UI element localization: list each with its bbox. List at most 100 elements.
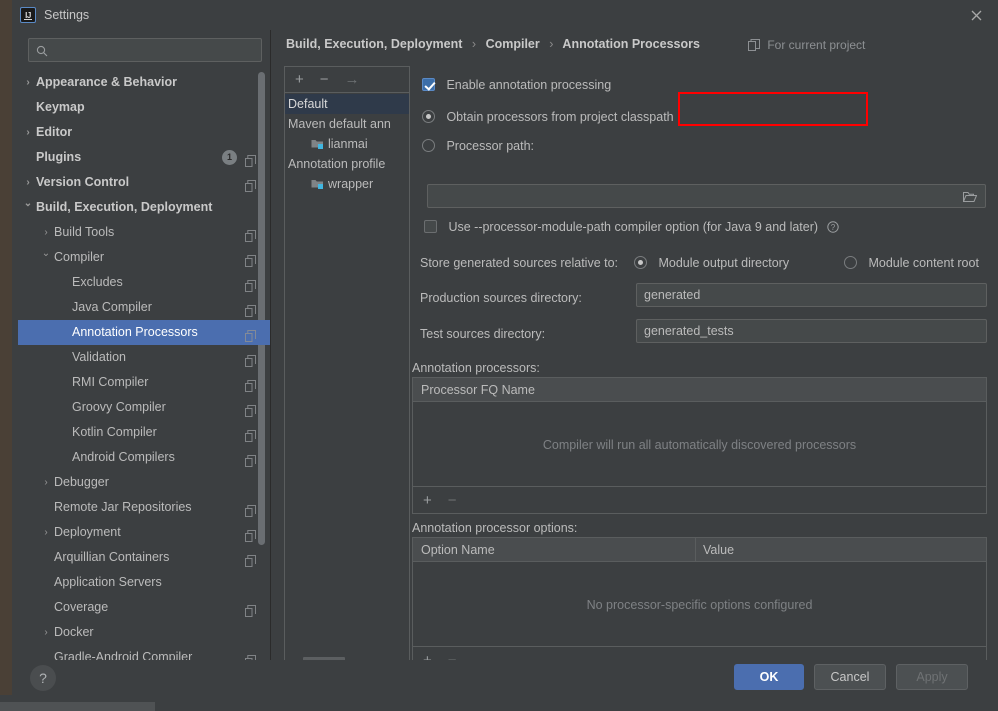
- search-box[interactable]: [28, 38, 262, 62]
- options-table-header: Option Name Value: [413, 538, 986, 562]
- search-input[interactable]: [55, 39, 255, 61]
- move-to-profile-button[interactable]: →: [345, 72, 360, 87]
- folder-browse-icon[interactable]: [962, 191, 978, 206]
- options-empty-message: No processor-specific options configured: [586, 598, 813, 612]
- module-output-directory-row[interactable]: Module output directory: [634, 254, 789, 272]
- help-circle-icon[interactable]: ?: [826, 220, 839, 238]
- remove-processor-button[interactable]: −: [448, 493, 457, 508]
- profile-list-item-label: Default: [288, 97, 328, 111]
- sidebar-item-groovy-compiler[interactable]: Groovy Compiler: [18, 395, 270, 420]
- window-title: Settings: [44, 8, 90, 22]
- processor-module-path-row[interactable]: Use --processor-module-path compiler opt…: [424, 218, 839, 238]
- sidebar-item-arquillian-containers[interactable]: Arquillian Containers: [18, 545, 270, 570]
- settings-tree: › Appearance & Behavior Keymap › Editor Plugi…: [18, 70, 270, 660]
- module-output-directory-radio[interactable]: [634, 256, 647, 269]
- sidebar-item-label: Java Compiler: [72, 300, 152, 314]
- sidebar-item-deployment[interactable]: › Deployment: [18, 520, 270, 545]
- enable-annotation-processing-checkbox[interactable]: [422, 78, 435, 91]
- test-sources-input[interactable]: generated_tests: [636, 319, 987, 343]
- profile-list-item[interactable]: wrapper: [285, 174, 409, 194]
- profile-list-item[interactable]: Annotation profile: [285, 154, 409, 174]
- sidebar-item-plugins[interactable]: Plugins 1: [18, 145, 270, 170]
- project-scope-icon: [245, 326, 256, 342]
- project-scope-icon: [245, 351, 256, 367]
- sidebar-item-label: Compiler: [54, 250, 105, 264]
- add-processor-button[interactable]: +: [423, 493, 432, 508]
- help-button[interactable]: ?: [30, 665, 56, 691]
- sidebar-item-build-execution-deployment[interactable]: ⌄ Build, Execution, Deployment: [18, 195, 270, 220]
- sidebar-item-java-compiler[interactable]: Java Compiler: [18, 295, 270, 320]
- chevron-right-icon[interactable]: ›: [40, 520, 52, 545]
- profile-list-item[interactable]: Default: [285, 94, 409, 114]
- options-column-value[interactable]: Value: [695, 538, 734, 562]
- processor-module-path-checkbox[interactable]: [424, 220, 437, 233]
- options-column-name[interactable]: Option Name: [413, 538, 495, 562]
- sidebar-item-label: Application Servers: [54, 575, 162, 589]
- add-profile-button[interactable]: +: [295, 72, 304, 87]
- enable-annotation-processing-row[interactable]: Enable annotation processing: [422, 76, 611, 94]
- breadcrumb-part-2[interactable]: Compiler: [486, 37, 540, 51]
- processor-path-radio[interactable]: [422, 139, 435, 152]
- profile-list-item[interactable]: lianmai: [285, 134, 409, 154]
- ok-button[interactable]: OK: [734, 664, 804, 690]
- processor-options-table: Option Name Value No processor-specific …: [412, 537, 987, 674]
- processor-options-table-label: Annotation processor options:: [412, 521, 578, 535]
- chevron-right-icon[interactable]: ›: [22, 70, 34, 95]
- production-sources-input[interactable]: generated: [636, 283, 987, 307]
- module-content-root-radio[interactable]: [844, 256, 857, 269]
- sidebar-item-gradle-android-compiler[interactable]: Gradle-Android Compiler: [18, 645, 270, 660]
- sidebar-item-coverage[interactable]: Coverage: [18, 595, 270, 620]
- sidebar-item-annotation-processors[interactable]: Annotation Processors: [18, 320, 270, 345]
- sidebar-item-validation[interactable]: Validation: [18, 345, 270, 370]
- sidebar-item-rmi-compiler[interactable]: RMI Compiler: [18, 370, 270, 395]
- sidebar-item-keymap[interactable]: Keymap: [18, 95, 270, 120]
- annotation-processors-form: Enable annotation processing Obtain proc…: [412, 66, 996, 674]
- chevron-right-icon[interactable]: ›: [22, 120, 34, 145]
- profile-list-item[interactable]: Maven default ann: [285, 114, 409, 134]
- chevron-down-icon[interactable]: ⌄: [40, 245, 52, 263]
- chevron-right-icon[interactable]: ›: [40, 470, 52, 495]
- profile-panel: + − → Default Maven default ann lianmai Ann…: [284, 66, 410, 671]
- obtain-from-classpath-row[interactable]: Obtain processors from project classpath: [422, 108, 674, 126]
- sidebar-item-docker[interactable]: › Docker: [18, 620, 270, 645]
- sidebar-item-remote-jar-repositories[interactable]: Remote Jar Repositories: [18, 495, 270, 520]
- sidebar-item-build-tools[interactable]: › Build Tools: [18, 220, 270, 245]
- sidebar-item-editor[interactable]: › Editor: [18, 120, 270, 145]
- remove-profile-button[interactable]: −: [320, 72, 329, 87]
- processors-table-header: Processor FQ Name: [413, 378, 986, 402]
- obtain-from-classpath-radio[interactable]: [422, 110, 435, 123]
- module-content-root-row[interactable]: Module content root: [844, 254, 979, 272]
- sidebar-item-version-control[interactable]: › Version Control: [18, 170, 270, 195]
- sidebar-item-label: Excludes: [72, 275, 123, 289]
- sidebar-item-compiler[interactable]: ⌄ Compiler: [18, 245, 270, 270]
- processors-column-fqname[interactable]: Processor FQ Name: [413, 378, 535, 402]
- cancel-button[interactable]: Cancel: [814, 664, 886, 690]
- project-scope-icon: [245, 551, 256, 567]
- apply-button[interactable]: Apply: [896, 664, 968, 690]
- breadcrumb-part-3: Annotation Processors: [562, 37, 700, 51]
- sidebar-item-android-compilers[interactable]: Android Compilers: [18, 445, 270, 470]
- sidebar-item-appearance-behavior[interactable]: › Appearance & Behavior: [18, 70, 270, 95]
- chevron-right-icon[interactable]: ›: [40, 220, 52, 245]
- processor-path-label: Processor path:: [446, 139, 534, 153]
- sidebar-item-excludes[interactable]: Excludes: [18, 270, 270, 295]
- processor-path-row[interactable]: Processor path:: [422, 137, 534, 155]
- profile-list: Default Maven default ann lianmai Annotatio…: [285, 94, 409, 644]
- sidebar-item-application-servers[interactable]: Application Servers: [18, 570, 270, 595]
- settings-content: Build, Execution, Deployment › Compiler …: [274, 30, 998, 674]
- processor-path-input[interactable]: [427, 184, 986, 208]
- chevron-right-icon[interactable]: ›: [40, 620, 52, 645]
- sidebar-item-kotlin-compiler[interactable]: Kotlin Compiler: [18, 420, 270, 445]
- sidebar-item-label: Coverage: [54, 600, 109, 614]
- chevron-down-icon[interactable]: ⌄: [22, 195, 34, 213]
- project-scope-icon: [245, 301, 256, 317]
- sidebar-item-label: RMI Compiler: [72, 375, 149, 389]
- annotation-processors-table: Processor FQ Name Compiler will run all …: [412, 377, 987, 514]
- chevron-right-icon[interactable]: ›: [22, 170, 34, 195]
- panel-divider: [270, 30, 271, 660]
- close-icon[interactable]: [964, 4, 988, 26]
- breadcrumb-part-1[interactable]: Build, Execution, Deployment: [286, 37, 462, 51]
- module-folder-icon: [311, 136, 324, 156]
- sidebar-item-debugger[interactable]: › Debugger: [18, 470, 270, 495]
- sidebar-item-label: Groovy Compiler: [72, 400, 166, 414]
